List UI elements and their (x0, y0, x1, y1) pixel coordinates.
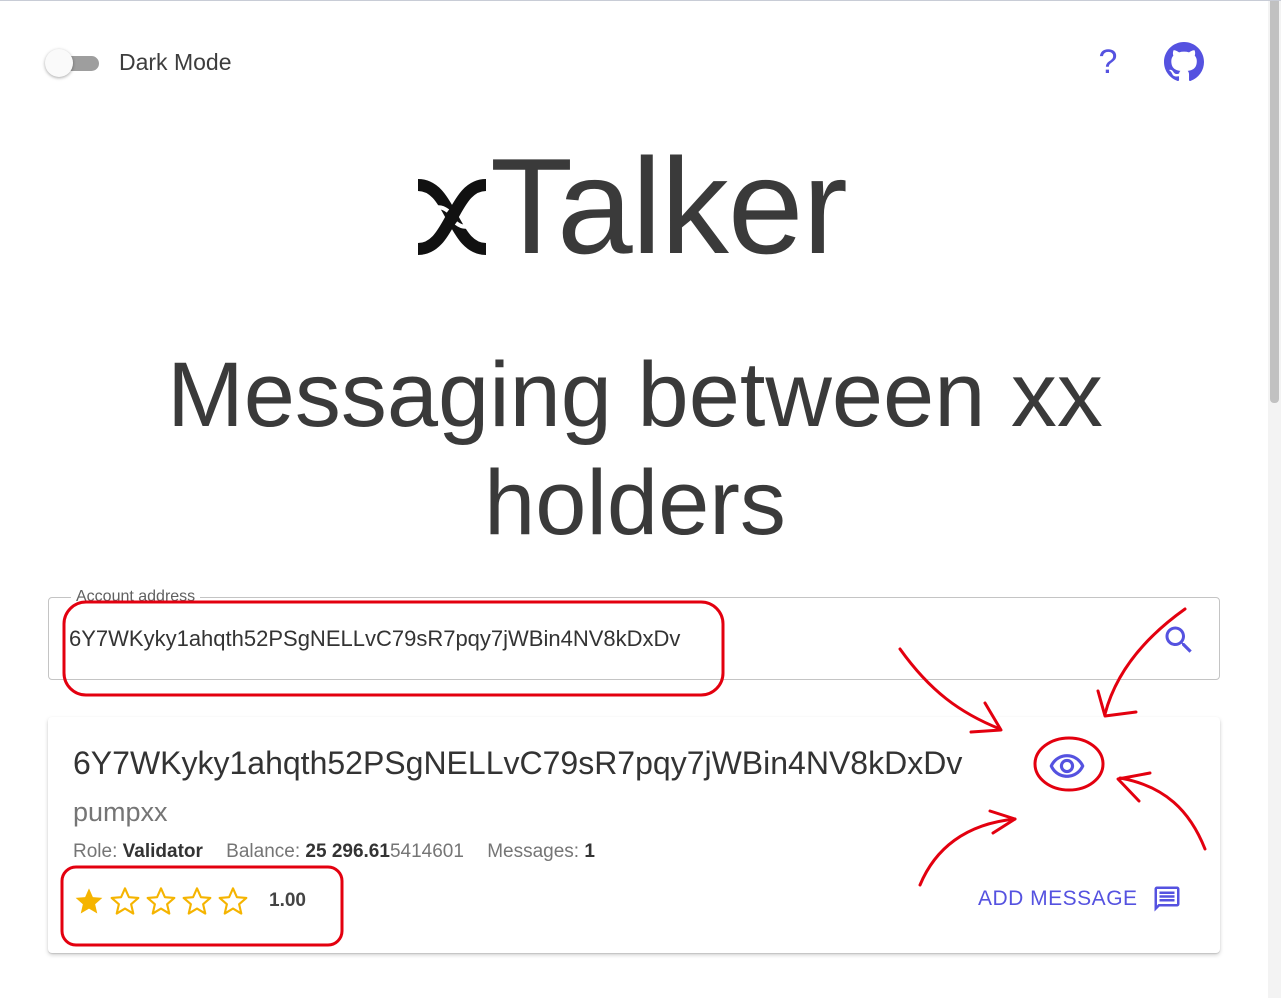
rating-stars (73, 885, 253, 917)
account-address-label: Account address (71, 588, 201, 606)
star-outline-icon[interactable] (145, 885, 177, 917)
add-message-label: ADD MESSAGE (978, 887, 1138, 910)
messages-count: 1 (584, 841, 595, 862)
balance-info: Balance: 25 296.615414601 (226, 841, 464, 862)
account-card-address: 6Y7WKyky1ahqth52PSgNELLvC79sR7pqy7jWBin4… (73, 745, 963, 781)
dark-mode-label: Dark Mode (119, 49, 232, 75)
github-icon (1164, 42, 1204, 82)
star-filled-icon[interactable] (73, 885, 105, 917)
balance-main: 25 296.61 (305, 841, 390, 862)
messages-label: Messages: (487, 841, 580, 862)
scrollbar-thumb[interactable] (1270, 1, 1279, 403)
view-account-button[interactable] (1048, 747, 1086, 785)
rating-value: 1.00 (269, 890, 306, 911)
star-rating[interactable]: 1.00 (73, 883, 306, 919)
role-info: Role: Validator (73, 841, 203, 862)
xx-network-logo-icon (417, 179, 487, 255)
balance-decimals: 5414601 (389, 841, 464, 862)
dark-mode-toggle[interactable] (43, 46, 105, 80)
scrollbar[interactable] (1268, 1, 1281, 998)
star-outline-icon[interactable] (217, 885, 249, 917)
account-meta: Role: Validator Balance: 25 296.61541460… (73, 839, 613, 865)
role-value: Validator (122, 841, 203, 862)
balance-label: Balance: (226, 841, 301, 862)
account-address-input[interactable] (69, 620, 1139, 658)
star-outline-icon[interactable] (109, 885, 141, 917)
hero-title: Messaging between xx holders (167, 344, 1103, 554)
page: Dark Mode ? Talker Messaging between xx … (0, 0, 1281, 998)
search-button[interactable] (1161, 622, 1197, 658)
eye-icon (1049, 754, 1085, 778)
add-message-button[interactable]: ADD MESSAGE (978, 879, 1182, 919)
brand-title: Talker (490, 130, 848, 282)
search-icon (1165, 626, 1192, 653)
github-button[interactable] (1164, 42, 1204, 82)
role-label: Role: (73, 841, 118, 862)
message-icon (1154, 886, 1180, 912)
question-mark-icon: ? (1098, 43, 1118, 81)
toggle-knob (45, 49, 73, 77)
arrow-upper-right-head (1096, 689, 1138, 718)
account-card: 6Y7WKyky1ahqth52PSgNELLvC79sR7pqy7jWBin4… (48, 717, 1220, 953)
account-name: pumpxx (73, 797, 168, 827)
account-address-field[interactable]: Account address (48, 588, 1220, 680)
help-button[interactable]: ? (1090, 41, 1126, 83)
messages-info: Messages: 1 (487, 841, 595, 862)
star-outline-icon[interactable] (181, 885, 213, 917)
